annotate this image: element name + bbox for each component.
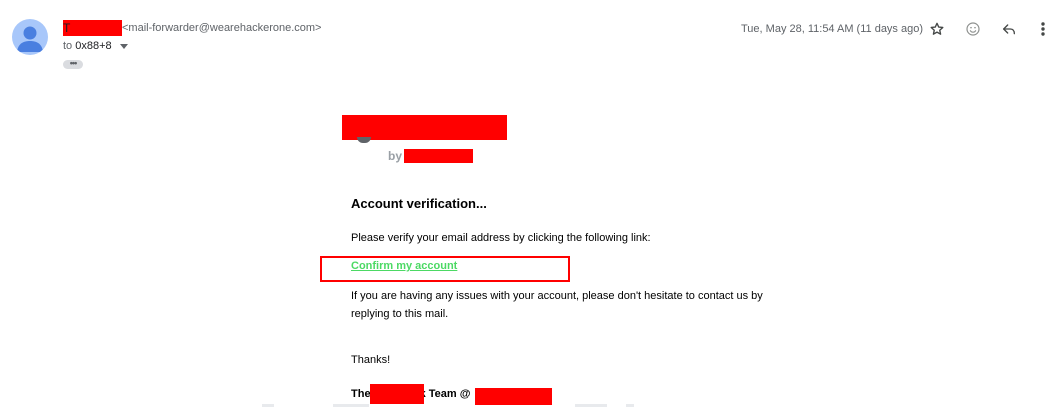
show-trimmed-content-button[interactable]: ••• [63,59,83,69]
closing-thanks: Thanks! [351,354,391,366]
sender-avatar[interactable] [12,19,48,55]
team-domain-redaction [475,388,552,405]
reply-icon [1003,24,1015,35]
sender-name[interactable]: T [63,20,122,36]
sender-email: <mail-forwarder@wearehackerone.com> [122,22,322,34]
highlight-annotation-box [320,256,570,282]
more-vert-icon [1041,22,1045,36]
signature-prefix: The [351,388,371,400]
email-heading: Account verification... [351,196,487,211]
to-label: to [63,40,73,52]
chevron-down-icon[interactable] [119,43,128,49]
recipient-line[interactable]: to 0x88+8 [63,39,128,53]
emoji-icon [966,22,980,36]
verify-instruction: Please verify your email address by clic… [351,232,651,244]
company-name-redaction [404,149,473,163]
email-date: Tue, May 28, 11:54 AM (11 days ago) [741,23,924,35]
by-label: by [388,149,403,163]
team-name-redaction [370,384,424,404]
more-options-button[interactable] [1034,20,1052,38]
recipient-name: 0x88+8 [75,40,112,52]
person-icon [17,26,43,52]
sender-name-redaction [63,20,122,36]
signature-team: k Team @ [419,388,471,400]
add-reaction-button[interactable] [964,20,982,38]
star-button[interactable] [928,20,946,38]
reply-button[interactable] [1000,20,1018,38]
star-icon [930,22,944,35]
sender-line: T <mail-forwarder@wearehackerone.com> [63,20,321,36]
support-note: If you are having any issues with your a… [351,290,763,320]
email-view: T <mail-forwarder@wearehackerone.com> to… [0,0,1053,407]
logo-fragment [357,137,371,143]
